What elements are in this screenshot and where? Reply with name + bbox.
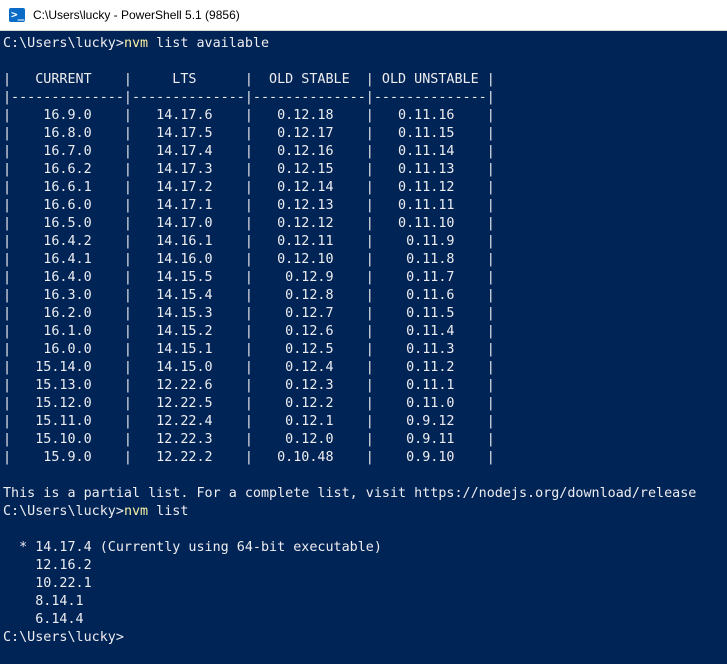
- table-row: | 15.12.0 | 12.22.5 | 0.12.2 | 0.11.0 |: [3, 396, 495, 411]
- console-output[interactable]: C:\Users\lucky>nvm list available | CURR…: [3, 35, 727, 664]
- installed-version-item: 12.16.2: [3, 558, 92, 573]
- installed-version-item: * 14.17.4 (Currently using 64-bit execut…: [3, 540, 382, 555]
- table-row: | 16.4.1 | 14.16.0 | 0.12.10 | 0.11.8 |: [3, 252, 495, 267]
- table-separator: |--------------|--------------|---------…: [3, 90, 495, 105]
- command-args: list available: [148, 36, 270, 51]
- table-row: | 16.7.0 | 14.17.4 | 0.12.16 | 0.11.14 |: [3, 144, 495, 159]
- version-table: | 16.9.0 | 14.17.6 | 0.12.18 | 0.11.16 |…: [3, 107, 727, 467]
- table-row: | 16.9.0 | 14.17.6 | 0.12.18 | 0.11.16 |: [3, 108, 495, 123]
- partial-list-notice: This is a partial list. For a complete l…: [3, 486, 697, 501]
- table-row: | 16.6.2 | 14.17.3 | 0.12.15 | 0.11.13 |: [3, 162, 495, 177]
- table-row: | 15.10.0 | 12.22.3 | 0.12.0 | 0.9.11 |: [3, 432, 495, 447]
- table-row: | 16.8.0 | 14.17.5 | 0.12.17 | 0.11.15 |: [3, 126, 495, 141]
- powershell-icon: >_: [9, 8, 25, 22]
- window-title: C:\Users\lucky - PowerShell 5.1 (9856): [33, 8, 240, 22]
- table-row: | 16.6.1 | 14.17.2 | 0.12.14 | 0.11.12 |: [3, 180, 495, 195]
- installed-version-item: 8.14.1: [3, 594, 84, 609]
- prompt: C:\Users\lucky>: [3, 504, 124, 519]
- command-line: C:\Users\lucky>: [3, 629, 727, 647]
- table-row: | 16.1.0 | 14.15.2 | 0.12.6 | 0.11.4 |: [3, 324, 495, 339]
- table-row: | 15.13.0 | 12.22.6 | 0.12.3 | 0.11.1 |: [3, 378, 495, 393]
- command-name: nvm: [123, 504, 149, 519]
- table-row: | 15.11.0 | 12.22.4 | 0.12.1 | 0.9.12 |: [3, 414, 495, 429]
- command-line: C:\Users\lucky>nvm list: [3, 503, 727, 521]
- installed-versions-list: * 14.17.4 (Currently using 64-bit execut…: [3, 539, 727, 629]
- table-row: | 16.4.2 | 14.16.1 | 0.12.11 | 0.11.9 |: [3, 234, 495, 249]
- table-row: | 16.3.0 | 14.15.4 | 0.12.8 | 0.11.6 |: [3, 288, 495, 303]
- command-args: list: [148, 504, 189, 519]
- title-bar[interactable]: >_ C:\Users\lucky - PowerShell 5.1 (9856…: [0, 0, 727, 31]
- installed-version-item: 6.14.4: [3, 612, 84, 627]
- installed-version-item: 10.22.1: [3, 576, 92, 591]
- table-row: | 15.14.0 | 14.15.0 | 0.12.4 | 0.11.2 |: [3, 360, 495, 375]
- table-row: | 16.2.0 | 14.15.3 | 0.12.7 | 0.11.5 |: [3, 306, 495, 321]
- powershell-window: >_ C:\Users\lucky - PowerShell 5.1 (9856…: [0, 0, 727, 664]
- command-name: nvm: [123, 36, 149, 51]
- table-row: | 16.0.0 | 14.15.1 | 0.12.5 | 0.11.3 |: [3, 342, 495, 357]
- table-header: | CURRENT | LTS | OLD STABLE | OLD UNSTA…: [3, 72, 495, 87]
- table-row: | 16.5.0 | 14.17.0 | 0.12.12 | 0.11.10 |: [3, 216, 495, 231]
- table-row: | 16.4.0 | 14.15.5 | 0.12.9 | 0.11.7 |: [3, 270, 495, 285]
- table-row: | 15.9.0 | 12.22.2 | 0.10.48 | 0.9.10 |: [3, 450, 495, 465]
- prompt: C:\Users\lucky>: [3, 36, 124, 51]
- prompt: C:\Users\lucky>: [3, 630, 124, 645]
- command-line: C:\Users\lucky>nvm list available: [3, 35, 727, 53]
- table-row: | 16.6.0 | 14.17.1 | 0.12.13 | 0.11.11 |: [3, 198, 495, 213]
